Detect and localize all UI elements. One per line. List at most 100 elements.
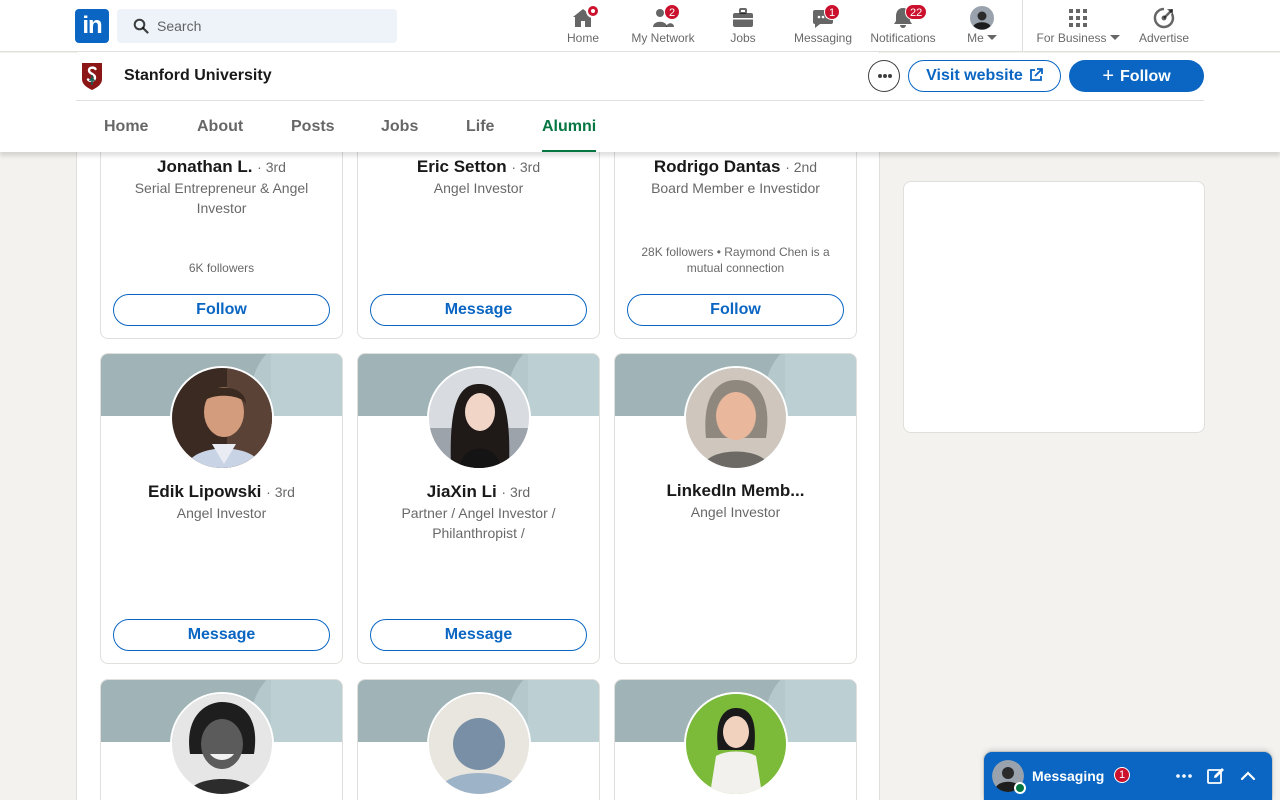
person-name-line[interactable]: JiaXin Li · 3rd [358, 482, 599, 502]
nav-my-network-label: My Network [631, 31, 695, 45]
ellipsis-icon [878, 74, 882, 78]
messaging-overlay[interactable]: Messaging 1 [984, 752, 1272, 800]
tab-jobs[interactable]: Jobs [381, 101, 418, 152]
connection-degree: · 3rd [501, 484, 531, 500]
tab-home[interactable]: Home [104, 101, 148, 152]
header-divider [76, 100, 1204, 101]
person-photo-icon [172, 694, 272, 794]
person-name: Edik Lipowski [148, 482, 262, 501]
person-name-line[interactable]: Eric Setton · 3rd [358, 157, 599, 177]
person-headline: Partner / Angel Investor / Philanthropis… [401, 505, 556, 541]
person-name-line[interactable]: LinkedIn Memb... [615, 481, 856, 501]
person-headline: Board Member e Investidor [651, 180, 820, 196]
person-card [357, 679, 600, 800]
person-photo-icon [686, 694, 786, 794]
messaging-title: Messaging [1032, 768, 1105, 784]
follow-button[interactable]: Follow [113, 294, 330, 326]
person-name: Eric Setton [416, 157, 507, 176]
tab-posts[interactable]: Posts [291, 101, 335, 152]
follow-company-label: Follow [1120, 68, 1171, 85]
tab-alumni[interactable]: Alumni [542, 101, 597, 152]
chevron-down-icon [1109, 35, 1120, 40]
ellipsis-icon [883, 74, 887, 78]
profile-photo[interactable] [170, 366, 274, 470]
nav-notifications-label: Notifications [870, 31, 936, 45]
nav-messaging-label: Messaging [793, 31, 853, 45]
search-icon [133, 18, 149, 34]
ellipsis-icon[interactable] [1173, 765, 1195, 787]
person-headline: Serial Entrepreneur & Angel Investor [134, 180, 309, 216]
linkedin-logo[interactable]: in [75, 9, 109, 43]
nav-jobs-label: Jobs [730, 31, 756, 45]
default-avatar-icon [429, 694, 529, 794]
person-photo-icon [686, 368, 786, 468]
chevron-down-icon [986, 35, 997, 40]
online-status-dot [1014, 782, 1026, 794]
nav-divider [1022, 0, 1023, 52]
message-button[interactable]: Message [370, 294, 587, 326]
nav-me-label: Me [958, 31, 1006, 45]
follow-button[interactable]: Follow [627, 294, 844, 326]
person-name: LinkedIn Memb... [666, 481, 805, 500]
profile-photo[interactable] [170, 692, 274, 796]
person-name-line[interactable]: Jonathan L. · 3rd [101, 157, 342, 177]
nav-notifications[interactable]: 22 Notifications [864, 0, 942, 52]
connection-degree: · 2nd [785, 159, 818, 175]
connection-degree: · 3rd [266, 484, 295, 500]
grid-icon [1069, 9, 1087, 27]
nav-jobs[interactable]: Jobs [718, 0, 768, 52]
me-text: Me [967, 31, 984, 45]
nav-advertise[interactable]: Advertise [1134, 0, 1194, 52]
nav-for-business-label: For Business [1032, 31, 1124, 45]
person-photo-icon [172, 368, 272, 468]
message-button[interactable]: Message [113, 619, 330, 651]
notifications-badge: 22 [905, 4, 928, 20]
person-name-line[interactable]: Rodrigo Dantas · 2nd [615, 157, 856, 177]
person-name-line[interactable]: Edik Lipowski · 3rd [101, 482, 342, 502]
compose-icon[interactable] [1205, 765, 1227, 787]
global-nav: in Home 2 My Network Jobs 1 Messaging 22… [0, 0, 1280, 52]
nav-for-business[interactable]: For Business [1032, 0, 1124, 52]
person-headline: Angel Investor [433, 180, 524, 196]
nav-advertise-label: Advertise [1138, 31, 1190, 45]
nav-home[interactable]: Home [558, 0, 608, 52]
tab-about[interactable]: About [197, 101, 243, 152]
profile-photo[interactable] [684, 692, 788, 796]
tab-life[interactable]: Life [466, 101, 494, 152]
for-business-text: For Business [1036, 31, 1107, 45]
chevron-up-icon[interactable] [1237, 765, 1259, 787]
company-name[interactable]: Stanford University [124, 67, 272, 85]
person-card [100, 679, 343, 800]
person-headline: Angel Investor [176, 505, 267, 521]
person-card: Edik Lipowski · 3rd Angel Investor Messa… [100, 353, 343, 664]
messaging-badge: 1 [824, 4, 841, 20]
nav-messaging[interactable]: 1 Messaging [790, 0, 856, 52]
person-photo-icon [429, 368, 529, 468]
person-followers: 28K followers • Raymond Chen is a mutual… [641, 245, 830, 275]
ad-panel [903, 181, 1205, 433]
search-input[interactable] [157, 9, 387, 43]
visit-website-label: Visit website [926, 67, 1023, 84]
nav-me[interactable]: Me [958, 0, 1006, 52]
person-name: Rodrigo Dantas [653, 157, 781, 176]
person-headline: Angel Investor [690, 504, 781, 520]
connection-degree: · 3rd [257, 159, 286, 175]
profile-photo[interactable] [427, 692, 531, 796]
stanford-logo[interactable] [80, 61, 104, 91]
person-card [614, 679, 857, 800]
network-badge: 2 [664, 4, 681, 20]
profile-photo[interactable] [684, 366, 788, 470]
follow-company-button[interactable]: + Follow [1069, 60, 1204, 92]
person-followers: 6K followers [188, 261, 255, 275]
message-button[interactable]: Message [370, 619, 587, 651]
ellipsis-icon [888, 74, 892, 78]
nav-my-network[interactable]: 2 My Network [626, 0, 700, 52]
profile-photo[interactable] [427, 366, 531, 470]
search-box[interactable] [117, 9, 397, 43]
plus-icon: + [1102, 65, 1115, 87]
visit-website-button[interactable]: Visit website [908, 60, 1061, 92]
messaging-overlay-badge: 1 [1114, 767, 1130, 783]
person-name: JiaXin Li [426, 482, 497, 501]
person-name: Jonathan L. [157, 157, 253, 176]
more-options-button[interactable] [868, 60, 900, 92]
